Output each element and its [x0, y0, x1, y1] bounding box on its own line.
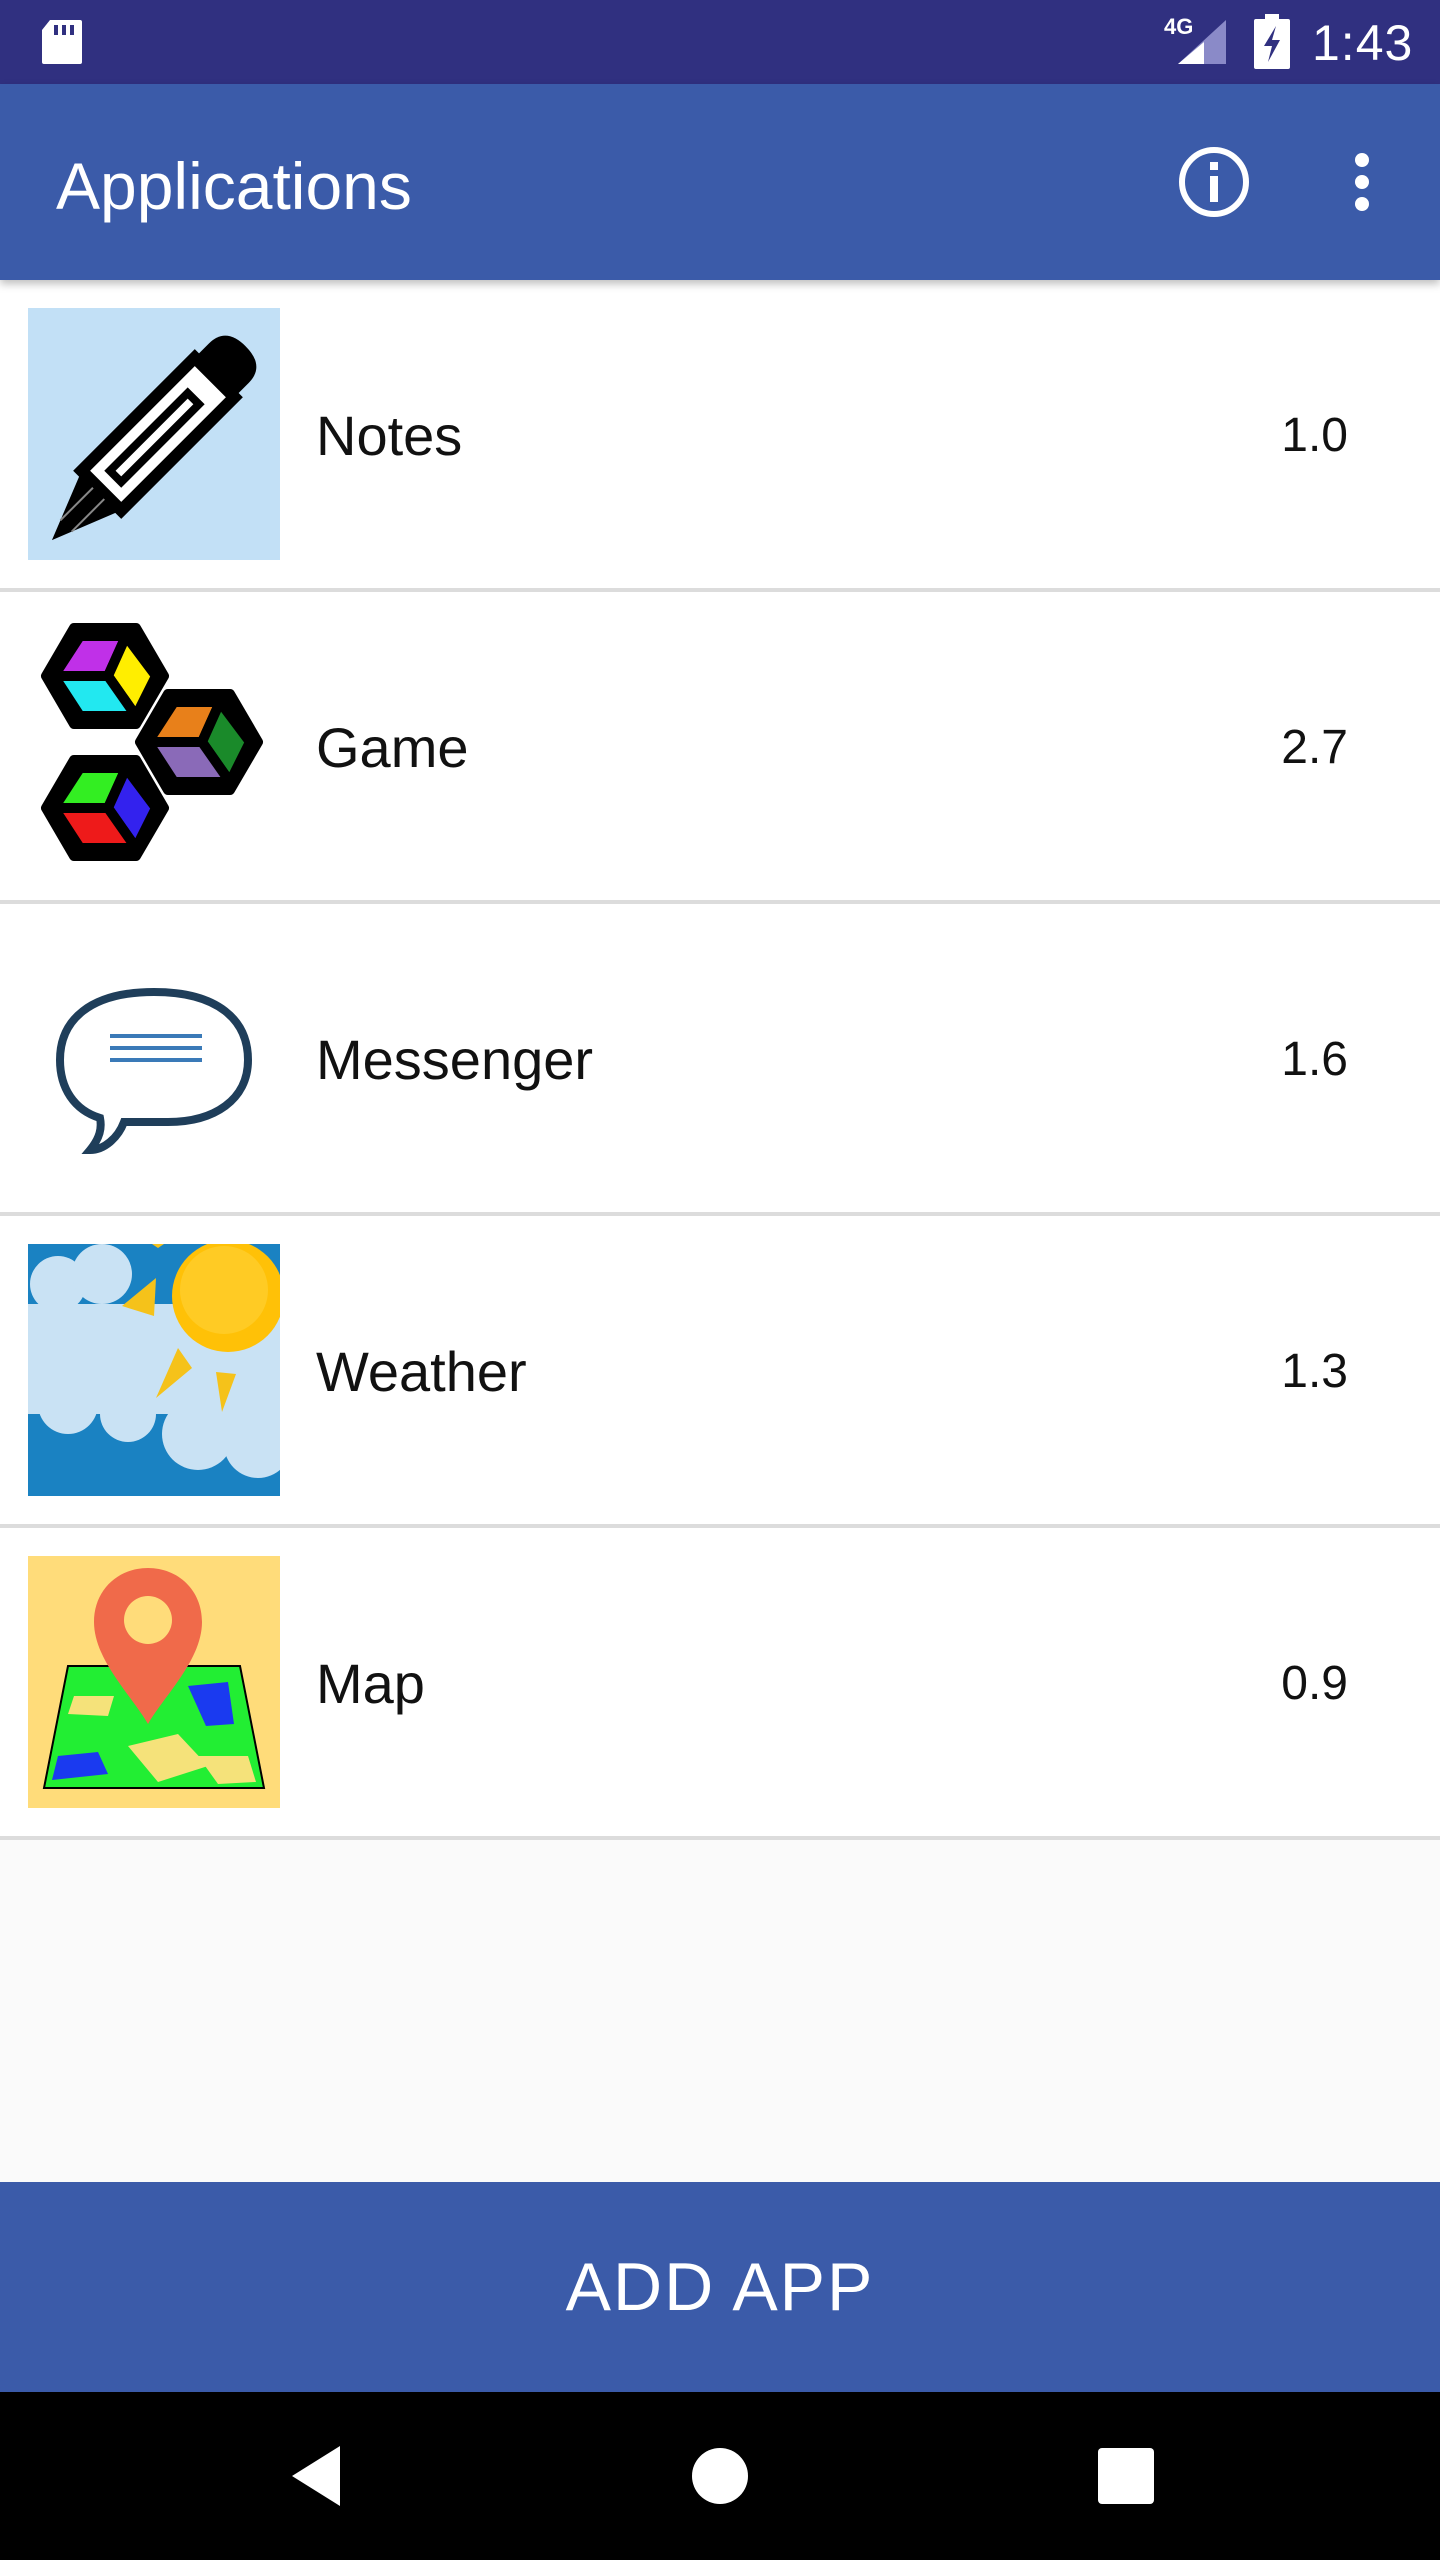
app-version: 0.9	[1281, 1657, 1348, 1710]
app-toolbar: Applications	[0, 84, 1440, 280]
signal-icon	[1178, 20, 1226, 64]
back-icon[interactable]	[280, 2436, 360, 2516]
sd-card-icon	[42, 20, 82, 64]
page-title: Applications	[56, 149, 412, 223]
cubes-icon	[41, 623, 263, 861]
status-clock: 1:43	[1312, 15, 1414, 71]
app-name: Game	[316, 716, 469, 779]
status-bar: 4G 1:43	[0, 0, 1440, 84]
pencil-icon	[28, 308, 280, 560]
list-item[interactable]: Notes 1.0	[0, 280, 1440, 592]
battery-charging-icon	[1254, 14, 1290, 69]
app-name: Messenger	[316, 1028, 594, 1091]
app-version: 1.0	[1281, 409, 1348, 462]
add-app-button[interactable]: ADD APP	[0, 2182, 1440, 2392]
recents-icon[interactable]	[1086, 2436, 1166, 2516]
app-list: Notes 1.0 Game 2.7 Messenger 1.6 Weather…	[0, 280, 1440, 1840]
speech-bubble-icon	[55, 987, 253, 1155]
app-name: Notes	[316, 404, 463, 467]
info-icon[interactable]	[1174, 142, 1254, 222]
list-item[interactable]: Messenger 1.6	[0, 904, 1440, 1216]
app-version: 1.3	[1281, 1345, 1348, 1398]
list-item[interactable]: Map 0.9	[0, 1528, 1440, 1840]
map-pin-icon	[28, 1556, 280, 1808]
list-item[interactable]: Game 2.7	[0, 592, 1440, 904]
app-version: 1.6	[1281, 1033, 1348, 1086]
app-name: Map	[316, 1652, 425, 1715]
app-version: 2.7	[1281, 721, 1348, 774]
list-item[interactable]: Weather 1.3	[0, 1216, 1440, 1528]
more-vert-icon[interactable]	[1326, 142, 1398, 222]
navigation-bar	[0, 2392, 1440, 2560]
home-icon[interactable]	[680, 2436, 760, 2516]
app-name: Weather	[316, 1340, 527, 1403]
sun-cloud-icon	[28, 1244, 280, 1496]
